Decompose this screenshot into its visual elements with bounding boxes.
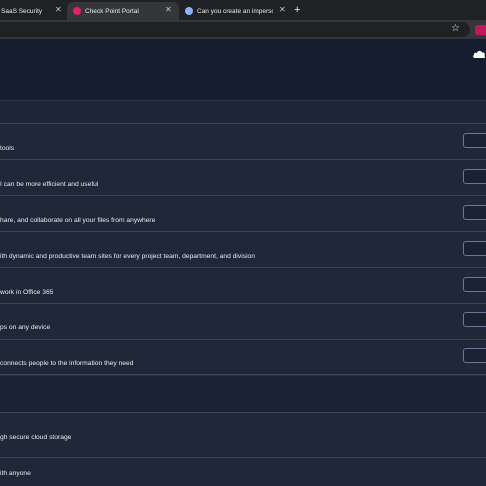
list-item: gh secure cloud storage xyxy=(0,413,486,458)
item-description: ps on any device xyxy=(0,324,51,331)
list-item: connects people to the information they … xyxy=(0,340,486,375)
section-header-bar xyxy=(0,100,486,124)
item-description: ith anyone xyxy=(0,470,31,477)
item-action-button[interactable] xyxy=(463,348,486,363)
item-action-button[interactable] xyxy=(463,169,486,184)
screen: SaaS Security ✕ Check Point Portal ✕ Can… xyxy=(0,0,486,486)
new-tab-button[interactable]: + xyxy=(294,3,300,17)
address-bar[interactable] xyxy=(0,22,470,37)
list-item: work in Office 365 xyxy=(0,268,486,304)
item-action-button[interactable] xyxy=(463,312,486,327)
item-description: hare, and collaborate on all your files … xyxy=(0,217,156,224)
chat-favicon-icon xyxy=(185,7,193,15)
close-icon[interactable]: ✕ xyxy=(165,6,172,14)
extension-icon[interactable] xyxy=(475,25,486,35)
item-action-button[interactable] xyxy=(463,205,486,220)
list-item: ith dynamic and productive team sites fo… xyxy=(0,232,486,268)
item-action-button[interactable] xyxy=(463,241,486,256)
item-description: gh secure cloud storage xyxy=(0,434,72,441)
item-description: ith dynamic and productive team sites fo… xyxy=(0,253,255,260)
close-icon[interactable]: ✕ xyxy=(55,6,62,14)
close-icon[interactable]: ✕ xyxy=(279,6,286,14)
list-item: I can be more efficient and useful xyxy=(0,160,486,196)
tab-check-point-portal[interactable]: Check Point Portal ✕ xyxy=(67,2,179,20)
list-item: ith anyone xyxy=(0,458,486,486)
tab-saas-security[interactable]: SaaS Security ✕ xyxy=(0,2,66,20)
item-description: tools xyxy=(0,145,15,152)
tab-label: Can you create an impersonati xyxy=(197,7,273,15)
tab-impersonation[interactable]: Can you create an impersonati ✕ xyxy=(182,2,288,20)
tab-label: SaaS Security xyxy=(1,7,43,15)
list-item: hare, and collaborate on all your files … xyxy=(0,196,486,232)
item-description: connects people to the information they … xyxy=(0,360,134,367)
cloud-icon[interactable] xyxy=(472,48,486,60)
section-header-bar xyxy=(0,375,486,413)
tab-label: Check Point Portal xyxy=(85,7,139,15)
list-item: tools xyxy=(0,124,486,160)
item-action-button[interactable] xyxy=(463,277,486,292)
check-point-favicon-icon xyxy=(73,7,81,15)
browser-tab-strip: SaaS Security ✕ Check Point Portal ✕ Can… xyxy=(0,0,486,20)
app-header xyxy=(0,39,486,100)
item-description: work in Office 365 xyxy=(0,289,54,296)
bookmark-star-icon[interactable]: ☆ xyxy=(451,23,460,35)
item-description: I can be more efficient and useful xyxy=(0,181,99,188)
item-action-button[interactable] xyxy=(463,133,486,148)
list-item: ps on any device xyxy=(0,304,486,340)
